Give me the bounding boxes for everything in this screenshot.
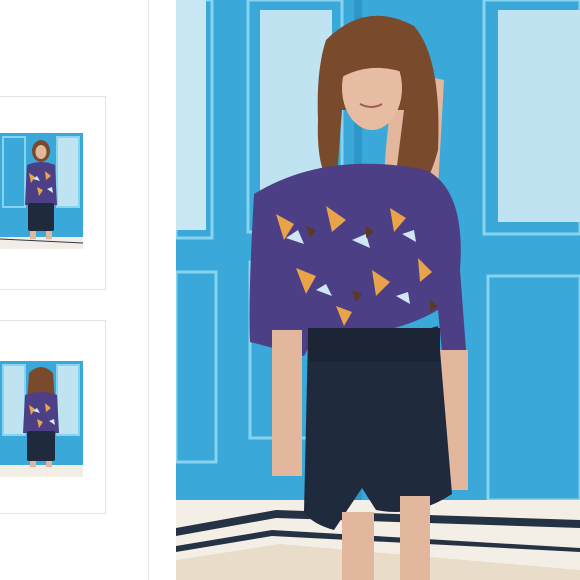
product-photo-back-thumb: [0, 361, 83, 477]
thumbnail-front[interactable]: [0, 96, 106, 290]
product-photo-front-thumb: [0, 133, 83, 249]
thumbnail-rail: [0, 0, 150, 580]
thumbnail-back[interactable]: [0, 320, 106, 514]
main-product-photo[interactable]: [176, 0, 580, 580]
rail-divider: [148, 0, 149, 580]
